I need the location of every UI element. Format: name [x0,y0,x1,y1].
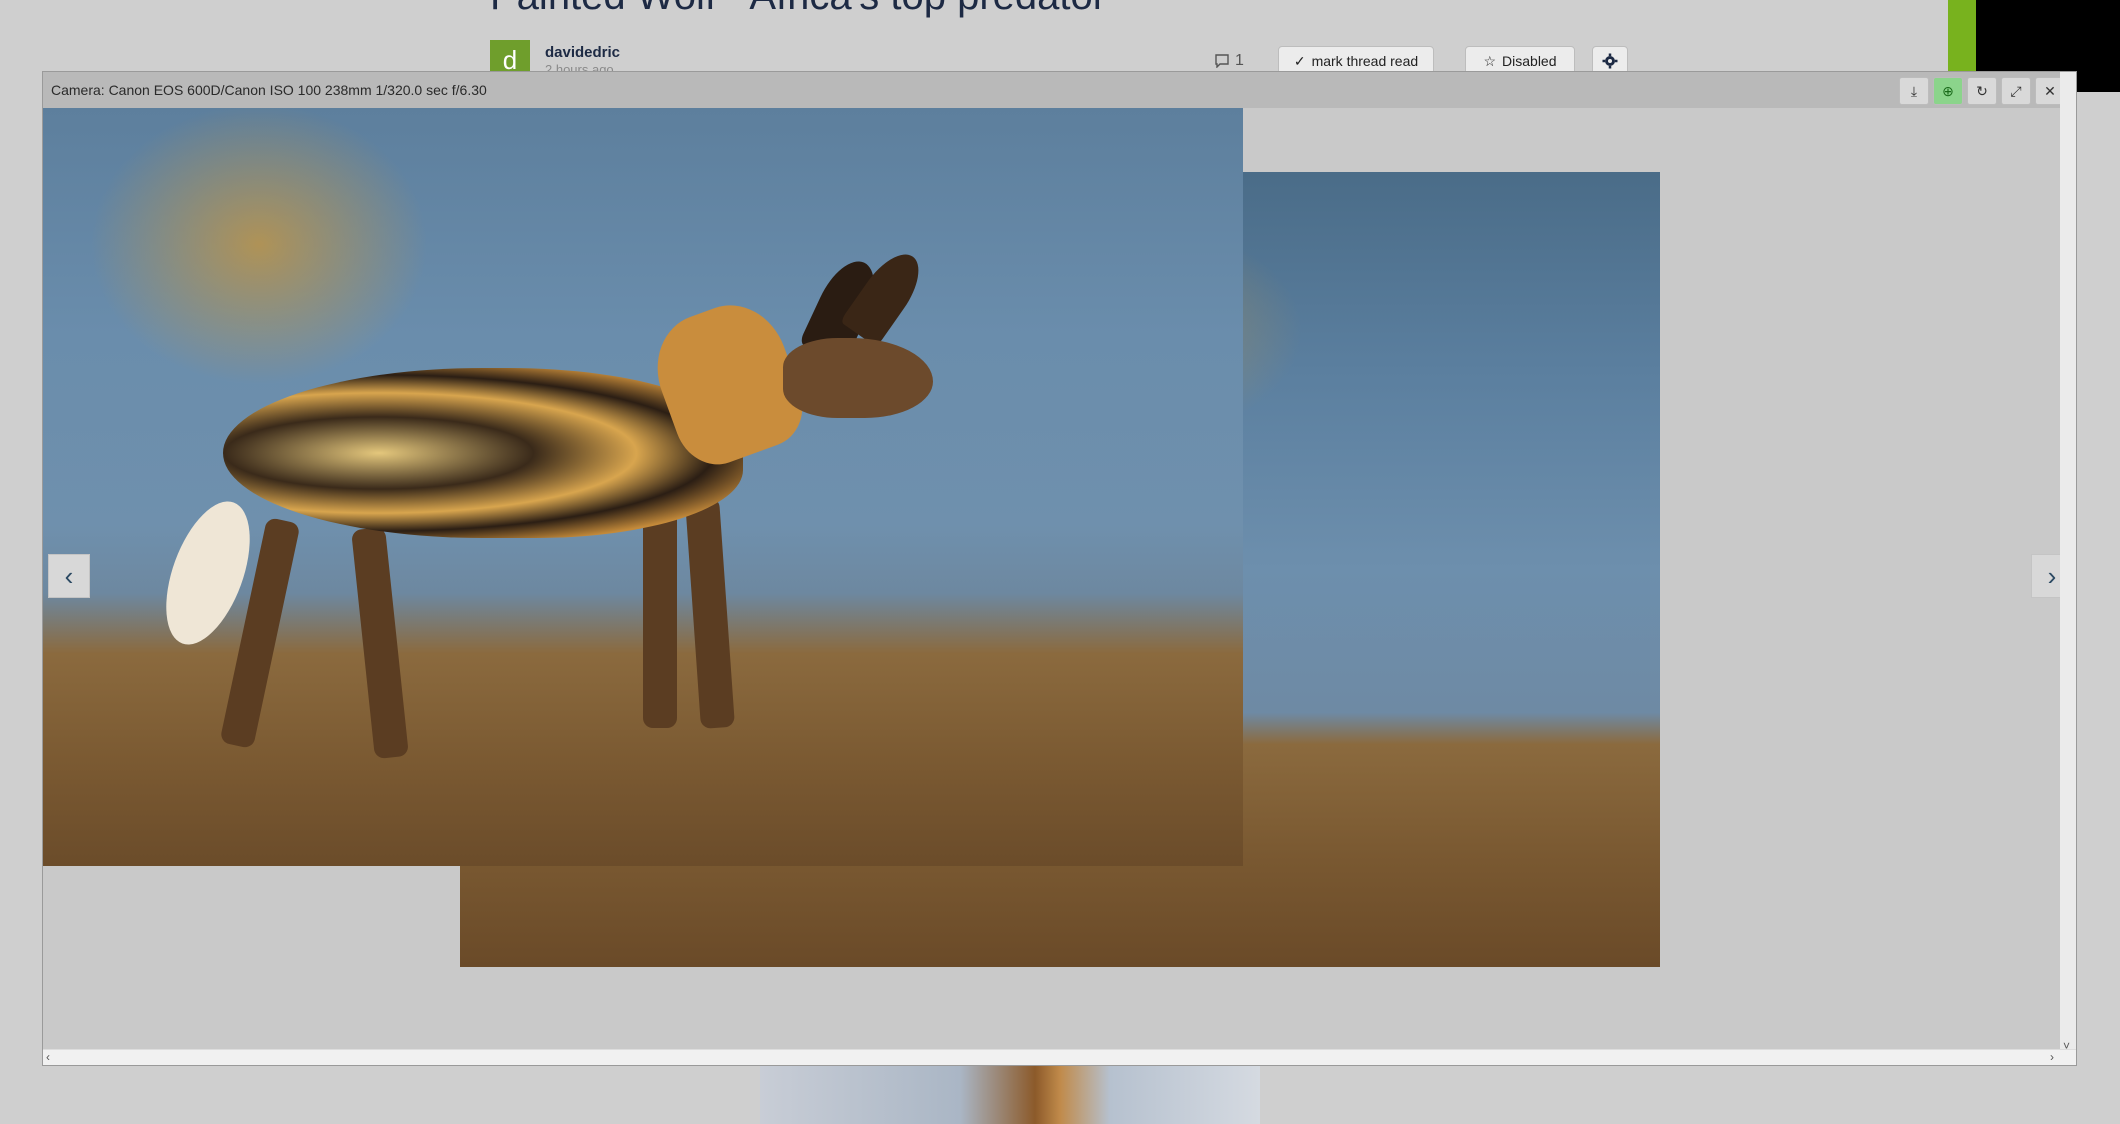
dog-head [783,338,933,418]
mark-thread-read-label: mark thread read [1311,53,1419,69]
author-name[interactable]: davidedric [545,44,620,61]
reply-count: 1 [1215,52,1244,70]
close-icon: ✕ [2044,82,2056,99]
gear-icon [1602,53,1618,69]
reply-count-value: 1 [1235,52,1244,69]
zoom-button[interactable]: ⊕ [1933,77,1963,105]
dog-leg [643,498,677,728]
chevron-left-icon: ‹ [64,560,74,591]
rotate-button[interactable]: ↻ [1967,77,1997,105]
lightbox-image[interactable] [43,108,1243,866]
rotate-icon: ↻ [1976,82,1988,99]
thread-image-preview[interactable] [760,1066,1260,1124]
subscribe-label: Disabled [1502,53,1557,69]
zoom-icon: ⊕ [1942,82,1954,99]
horizontal-scrollbar[interactable]: ‹ › [43,1049,2076,1065]
download-icon: ⤓ [1910,82,1918,99]
lightbox-toolbar: Camera: Canon EOS 600D/Canon ISO 100 238… [43,72,2076,108]
exif-info: Camera: Canon EOS 600D/Canon ISO 100 238… [51,82,487,98]
image-lightbox: Camera: Canon EOS 600D/Canon ISO 100 238… [42,71,2077,1066]
scroll-left-icon[interactable]: ‹ [46,1050,50,1064]
download-button[interactable]: ⤓ [1899,77,1929,105]
previous-image-button[interactable]: ‹ [48,554,90,598]
dog-leg [685,497,735,729]
comment-icon [1215,54,1229,68]
thread-title: Painted Wolf - Africa's top predator [490,0,1106,19]
fullscreen-button[interactable]: ⤢ [2001,77,2031,105]
star-icon: ☆ [1483,52,1497,69]
scroll-right-icon[interactable]: › [2050,1050,2054,1064]
dog-leg [351,526,409,760]
check-icon: ✓ [1293,52,1306,69]
chevron-right-icon: › [2047,560,2057,591]
vertical-scrollbar[interactable]: ˅ [2060,72,2076,1053]
fullscreen-icon: ⤢ [2010,82,2022,99]
